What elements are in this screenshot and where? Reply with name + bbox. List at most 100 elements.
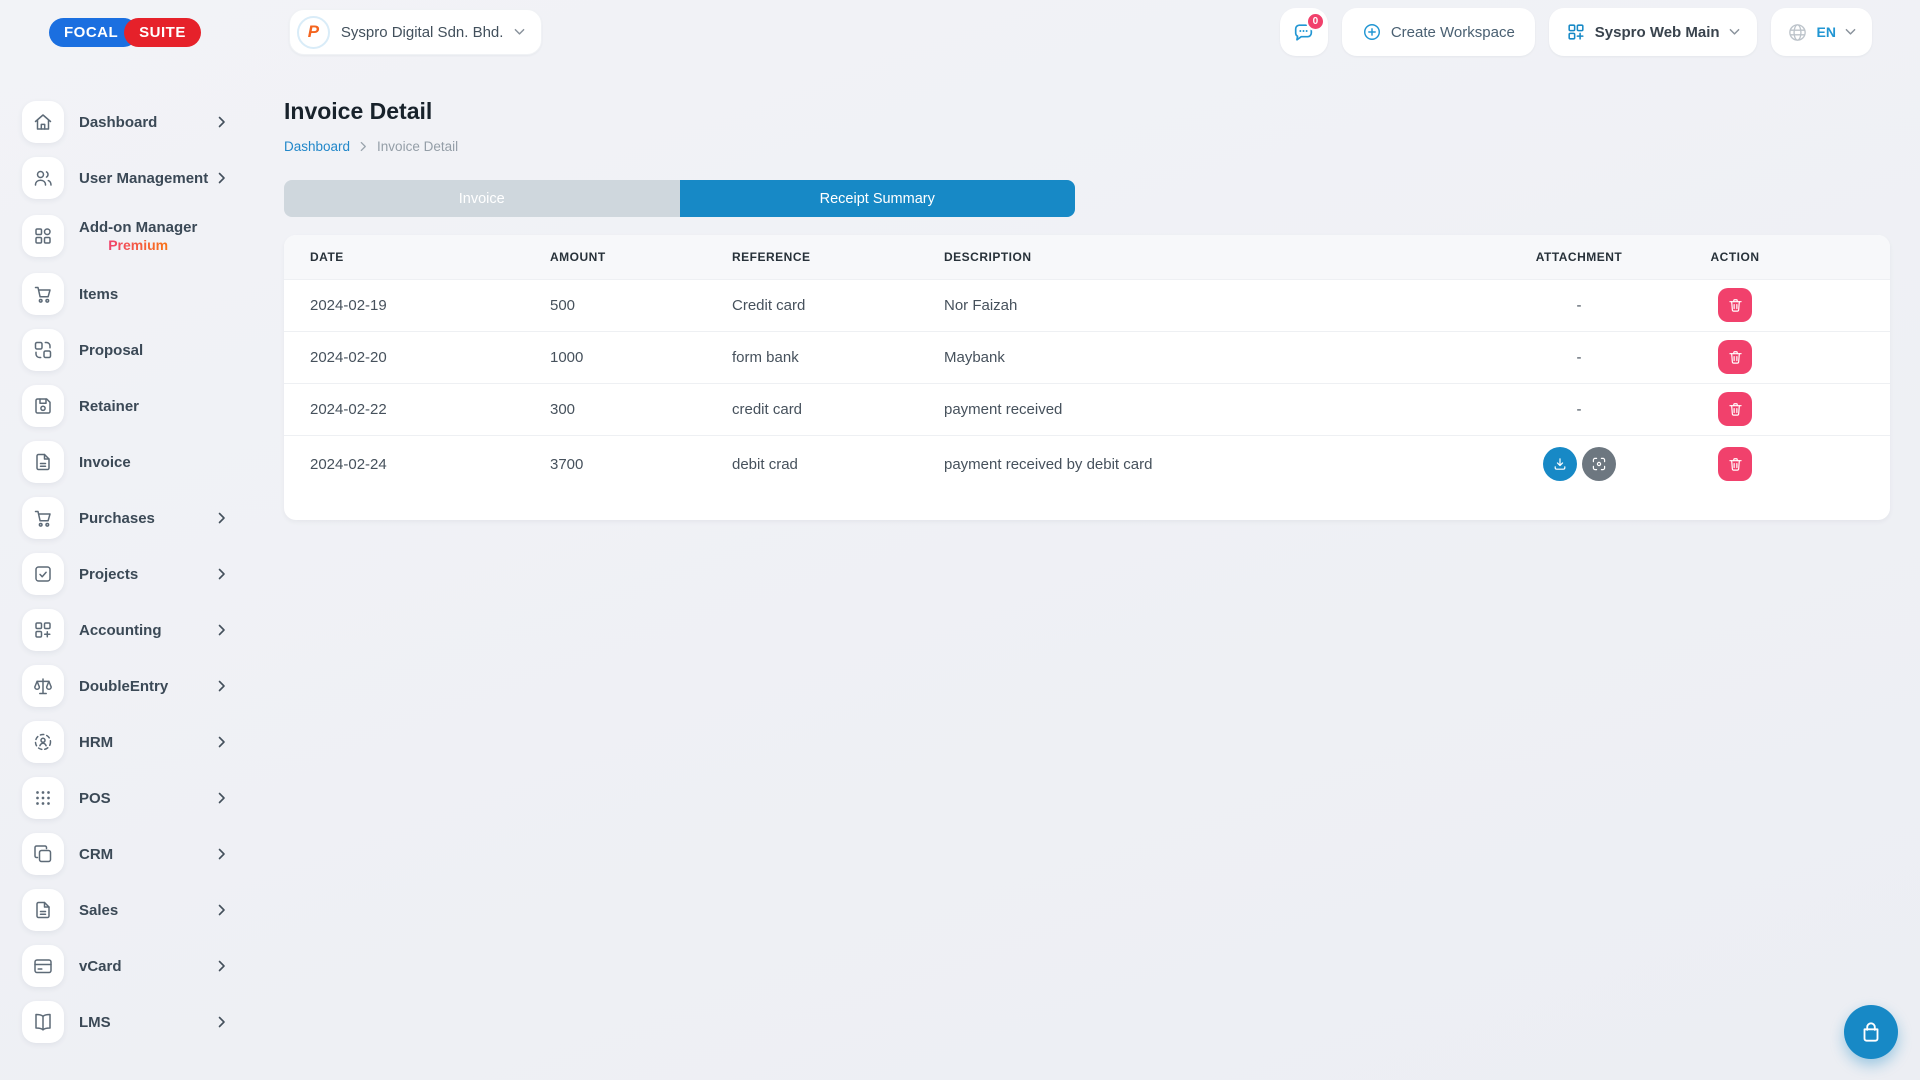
sidebar-item-label: Sales: [79, 902, 118, 919]
chevron-right-icon: [218, 792, 226, 804]
breadcrumb-dashboard-link[interactable]: Dashboard: [284, 139, 350, 154]
sidebar-item-items[interactable]: Items: [0, 266, 260, 322]
cell-date: 2024-02-20: [284, 331, 550, 383]
addon-grid-icon: [32, 225, 54, 247]
sidebar-item-label: Dashboard: [79, 114, 157, 131]
cell-reference: credit card: [732, 383, 944, 435]
sidebar-item-doubleentry[interactable]: DoubleEntry: [0, 658, 260, 714]
sidebar-item-hrm[interactable]: HRM: [0, 714, 260, 770]
workspace-selector[interactable]: P Syspro Digital Sdn. Bhd.: [289, 9, 543, 55]
sidebar-item-label: Projects: [79, 566, 138, 583]
sidebar-icon-tile: [22, 497, 64, 539]
chevron-right-icon: [218, 512, 226, 524]
cell-amount: 300: [550, 383, 732, 435]
cell-amount: 3700: [550, 435, 732, 493]
cell-reference: debit crad: [732, 435, 944, 493]
page-title: Invoice Detail: [284, 98, 1890, 125]
cell-description: Nor Faizah: [944, 279, 1494, 331]
sidebar-item-label: Items: [79, 286, 118, 303]
sidebar-icon-tile: [22, 609, 64, 651]
receipt-table: DATE AMOUNT REFERENCE DESCRIPTION ATTACH…: [284, 235, 1890, 493]
sidebar-item-label: Add-on Manager: [79, 219, 197, 236]
preview-attachment-button[interactable]: [1582, 447, 1616, 481]
home-icon: [32, 111, 54, 133]
sidebar-item-user-management[interactable]: User Management: [0, 150, 260, 206]
person-focus-icon: [32, 731, 54, 753]
app-logo: FOCAL SUITE: [49, 18, 201, 47]
sidebar-item-pos[interactable]: POS: [0, 770, 260, 826]
table-header-row: DATE AMOUNT REFERENCE DESCRIPTION ATTACH…: [284, 235, 1890, 279]
chevron-right-icon: [218, 960, 226, 972]
credit-card-icon: [32, 955, 54, 977]
delete-button[interactable]: [1718, 340, 1752, 374]
swap-boxes-icon: [32, 339, 54, 361]
trash-icon: [1727, 349, 1744, 366]
chevron-right-icon: [218, 736, 226, 748]
grid-plus-icon: [32, 619, 54, 641]
save-icon: [32, 395, 54, 417]
sidebar-item-vcard[interactable]: vCard: [0, 938, 260, 994]
header-reference: REFERENCE: [732, 235, 944, 279]
sidebar-item-lms[interactable]: LMS: [0, 994, 260, 1050]
premium-badge: Premium: [108, 237, 168, 253]
chevron-right-icon: [218, 624, 226, 636]
delete-button[interactable]: [1718, 288, 1752, 322]
messages-button[interactable]: 0: [1280, 8, 1328, 56]
sidebar-item-label: Retainer: [79, 398, 139, 415]
sidebar-icon-tile: [22, 1001, 64, 1043]
sidebar-item-accounting[interactable]: Accounting: [0, 602, 260, 658]
chevron-down-icon: [1845, 28, 1856, 36]
workspace-name: Syspro Digital Sdn. Bhd.: [341, 24, 504, 41]
sidebar-item-dashboard[interactable]: Dashboard: [0, 94, 260, 150]
create-workspace-label: Create Workspace: [1391, 24, 1515, 41]
download-attachment-button[interactable]: [1543, 447, 1577, 481]
cell-attachment: -: [1494, 383, 1664, 435]
breadcrumb-current: Invoice Detail: [377, 139, 458, 154]
sidebar-icon-tile: [22, 273, 64, 315]
sidebar-icon-tile: [22, 385, 64, 427]
logo-suite: SUITE: [124, 18, 201, 47]
scan-icon: [1591, 456, 1607, 472]
header-action: ACTION: [1664, 235, 1806, 279]
sidebar-item-label: DoubleEntry: [79, 678, 168, 695]
create-workspace-button[interactable]: Create Workspace: [1342, 8, 1535, 56]
app-switcher-label: Syspro Web Main: [1595, 24, 1720, 41]
sidebar-item-label: LMS: [79, 1014, 111, 1031]
sidebar-icon-tile: [22, 441, 64, 483]
header-attachment: ATTACHMENT: [1494, 235, 1664, 279]
cell-description: Maybank: [944, 331, 1494, 383]
sidebar-icon-tile: [22, 721, 64, 763]
chevron-right-icon: [218, 680, 226, 692]
tab-receipt-summary[interactable]: Receipt Summary: [680, 180, 1076, 217]
sidebar-item-proposal[interactable]: Proposal: [0, 322, 260, 378]
sidebar-icon-tile: [22, 101, 64, 143]
sidebar-item-retainer[interactable]: Retainer: [0, 378, 260, 434]
cell-amount: 500: [550, 279, 732, 331]
cell-action: [1664, 435, 1806, 493]
sidebar-item-label: User Management: [79, 170, 208, 187]
sidebar-item-projects[interactable]: Projects: [0, 546, 260, 602]
table-row: 2024-02-24 3700 debit crad payment recei…: [284, 435, 1890, 493]
scale-icon: [32, 675, 54, 697]
cell-attachment: -: [1494, 279, 1664, 331]
language-selector[interactable]: EN: [1771, 8, 1872, 56]
sidebar-item-sales[interactable]: Sales: [0, 882, 260, 938]
plus-circle-icon: [1362, 22, 1382, 42]
cart-fab-button[interactable]: [1844, 1005, 1898, 1059]
sidebar-item-purchases[interactable]: Purchases: [0, 490, 260, 546]
delete-button[interactable]: [1718, 392, 1752, 426]
sidebar-item-invoice[interactable]: Invoice: [0, 434, 260, 490]
table-row: 2024-02-20 1000 form bank Maybank -: [284, 331, 1890, 383]
sidebar-item-crm[interactable]: CRM: [0, 826, 260, 882]
cell-description: payment received by debit card: [944, 435, 1494, 493]
workspace-avatar-letter: P: [308, 22, 319, 42]
cell-action: [1664, 383, 1806, 435]
tab-invoice[interactable]: Invoice: [284, 180, 680, 217]
header-amount: AMOUNT: [550, 235, 732, 279]
delete-button[interactable]: [1718, 447, 1752, 481]
cell-amount: 1000: [550, 331, 732, 383]
app-switcher[interactable]: Syspro Web Main: [1549, 8, 1757, 56]
users-icon: [32, 167, 54, 189]
chevron-down-icon: [1729, 28, 1740, 36]
sidebar-item-addon-manager[interactable]: Add-on Manager Premium: [0, 206, 260, 266]
